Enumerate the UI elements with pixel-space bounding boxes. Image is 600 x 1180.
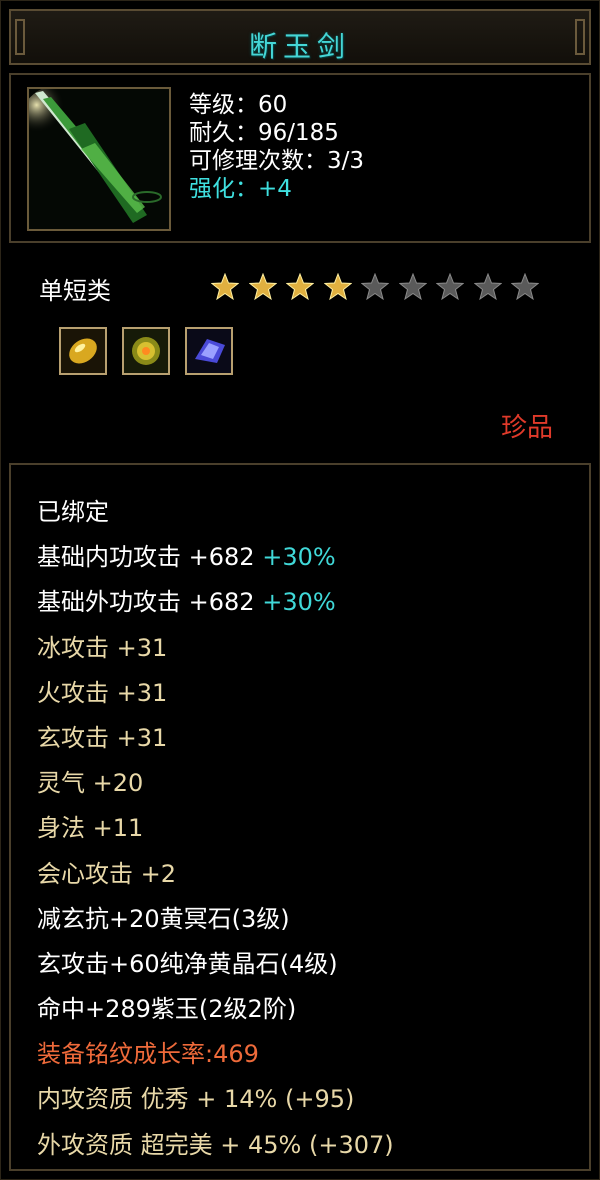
title-bar: 断玉剑: [9, 9, 591, 65]
spirit-row: 灵气 +20: [37, 765, 394, 810]
star-filled-icon: [248, 272, 277, 301]
star-empty-icon: [435, 272, 465, 301]
base-outer-attack-row: 基础外功攻击 +682 +30%: [37, 584, 394, 629]
star-filled-icon: [285, 272, 315, 301]
sword-icon: [19, 85, 171, 231]
base-outer-attack-value: +682: [188, 588, 255, 617]
base-inner-attack-value: +682: [188, 543, 255, 572]
gem-socket-1: 减玄抗+20黄冥石(3级): [37, 904, 290, 933]
yellow-crystal-gem-icon: [122, 327, 170, 375]
fire-attack-row: 火攻击 +31: [37, 675, 394, 720]
ice-attack-row: 冰攻击 +31: [37, 630, 394, 675]
base-inner-attack-row: 基础内功攻击 +682 +30%: [37, 539, 394, 584]
gold-gem-icon: [59, 327, 107, 375]
star-empty-icon: [510, 272, 540, 301]
gem-socket-3: 命中+289紫玉(2级2阶): [37, 995, 297, 1024]
xuan-attack-value: +31: [116, 723, 168, 752]
base-inner-attack-bonus: +30%: [262, 543, 336, 572]
star-empty-icon: [473, 272, 502, 301]
enhance-stat: 强化：+4: [189, 176, 292, 202]
agility-label: 身法: [37, 814, 85, 843]
star-empty-icon: [360, 272, 390, 301]
weapon-category: 单短类: [39, 277, 111, 305]
base-outer-attack-label: 基础外功攻击: [37, 588, 181, 617]
base-outer-attack-bonus: +30%: [262, 588, 336, 617]
level-stat: 等级：60: [189, 92, 288, 118]
attribute-list: 已绑定 基础内功攻击 +682 +30% 基础外功攻击 +682 +30% 冰攻…: [37, 494, 394, 1172]
item-name: 断玉剑: [248, 30, 351, 63]
repair-count-stat: 可修理次数：3/3: [189, 148, 365, 174]
base-inner-attack-label: 基础内功攻击: [37, 543, 181, 572]
fire-attack-label: 火攻击: [37, 678, 109, 707]
xuan-attack-row: 玄攻击 +31: [37, 720, 394, 765]
item-stats: 等级：60 耐久：96/185 可修理次数：3/3 强化：+4: [189, 91, 364, 203]
crit-attack-label: 会心攻击: [37, 859, 133, 888]
star-filled-icon: [210, 272, 240, 301]
inner-attack-quality: 内攻资质 优秀 + 14% (+95): [37, 1085, 355, 1114]
agility-row: 身法 +11: [37, 810, 394, 855]
agility-value: +11: [92, 814, 144, 843]
star-empty-icon: [398, 272, 427, 301]
spirit-label: 灵气: [37, 769, 85, 798]
durability-stat: 耐久：96/185: [189, 120, 339, 146]
rarity-label: 珍品: [500, 413, 553, 443]
star-filled-icon: [323, 272, 352, 301]
gem-socket-2: 玄攻击+60纯净黄晶石(4级): [37, 949, 338, 978]
spirit-value: +20: [92, 769, 144, 798]
fire-attack-value: +31: [116, 678, 168, 707]
outer-attack-quality: 外攻资质 超完美 + 45% (+307): [37, 1130, 394, 1159]
item-tooltip: 断玉剑 等级：60 耐久：96/185 可修理次数：3/3 强化：+4 单短类 …: [0, 0, 600, 1180]
growth-rate: 装备铭纹成长率:469: [37, 1040, 259, 1069]
crit-attack-row: 会心攻击 +2: [37, 856, 394, 901]
ice-attack-value: +31: [116, 633, 168, 662]
purple-jade-gem-icon: [185, 327, 233, 375]
bound-status: 已绑定: [37, 498, 109, 526]
ice-attack-label: 冰攻击: [37, 633, 109, 662]
xuan-attack-label: 玄攻击: [37, 723, 109, 752]
crit-attack-value: +2: [140, 859, 177, 888]
